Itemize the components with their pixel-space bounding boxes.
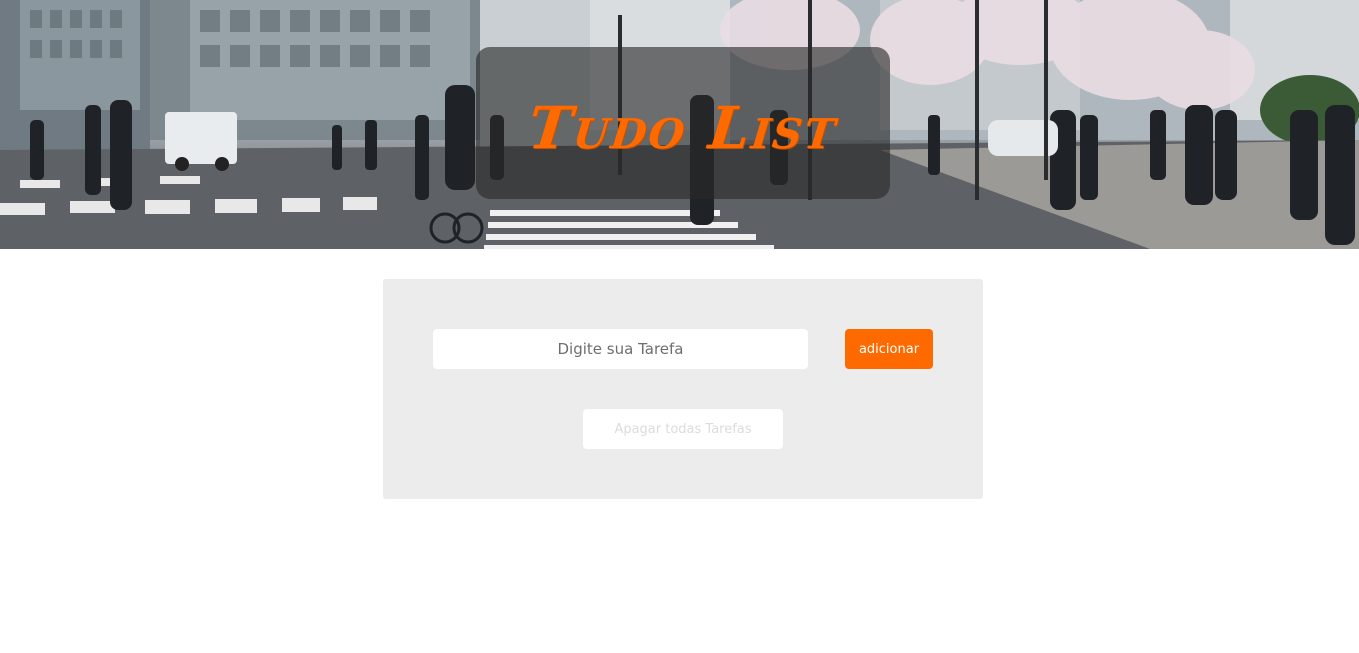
clear-all-tasks-button[interactable]: Apagar todas Tarefas xyxy=(583,409,783,449)
add-task-button[interactable]: adicionar xyxy=(845,329,933,369)
todo-card: adicionar Apagar todas Tarefas xyxy=(383,279,983,499)
task-input[interactable] xyxy=(433,329,808,369)
app-title: Tudo List xyxy=(525,94,841,162)
